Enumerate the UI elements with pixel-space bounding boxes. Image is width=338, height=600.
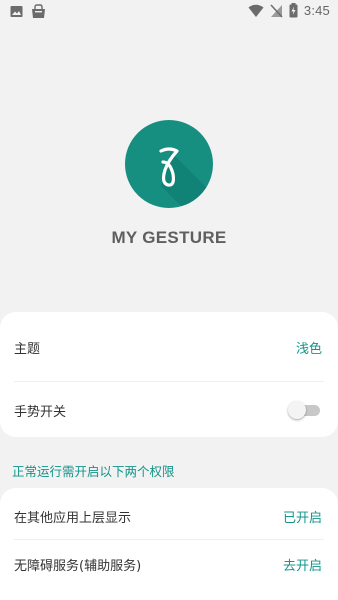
permissions-header: 正常运行需开启以下两个权限 (12, 464, 175, 479)
wifi-icon (248, 4, 264, 18)
theme-label: 主题 (14, 341, 41, 357)
overlay-permission-status[interactable]: 已开启 (283, 507, 322, 526)
signal-off-icon (270, 3, 283, 18)
accessibility-permission-status[interactable]: 去开启 (283, 555, 322, 574)
accessibility-permission-row[interactable]: 无障碍服务(辅助服务) 去开启 (14, 536, 324, 592)
gesture-logo-icon (125, 120, 213, 208)
theme-value[interactable]: 浅色 (296, 338, 322, 357)
image-icon (10, 5, 23, 18)
overlay-permission-label: 在其他应用上层显示 (14, 510, 132, 526)
status-right-icons: 3:45 (248, 3, 330, 18)
app-title: MY GESTURE (111, 228, 227, 247)
status-left-icons (10, 4, 46, 19)
theme-row[interactable]: 主题 浅色 (14, 319, 324, 375)
gesture-switch-toggle[interactable] (288, 400, 322, 420)
settings-card: 主题 浅色 手势开关 (0, 312, 338, 437)
permissions-card: 在其他应用上层显示 已开启 无障碍服务(辅助服务) 去开启 (0, 488, 338, 600)
battery-charging-icon (289, 3, 298, 18)
store-bag-icon (31, 4, 46, 19)
accessibility-permission-label: 无障碍服务(辅助服务) (14, 558, 142, 574)
gesture-switch-label: 手势开关 (14, 404, 67, 420)
status-time: 3:45 (303, 3, 330, 18)
toggle-thumb (288, 401, 306, 419)
gesture-switch-row[interactable]: 手势开关 (14, 382, 324, 438)
status-bar: 3:45 (0, 0, 338, 24)
